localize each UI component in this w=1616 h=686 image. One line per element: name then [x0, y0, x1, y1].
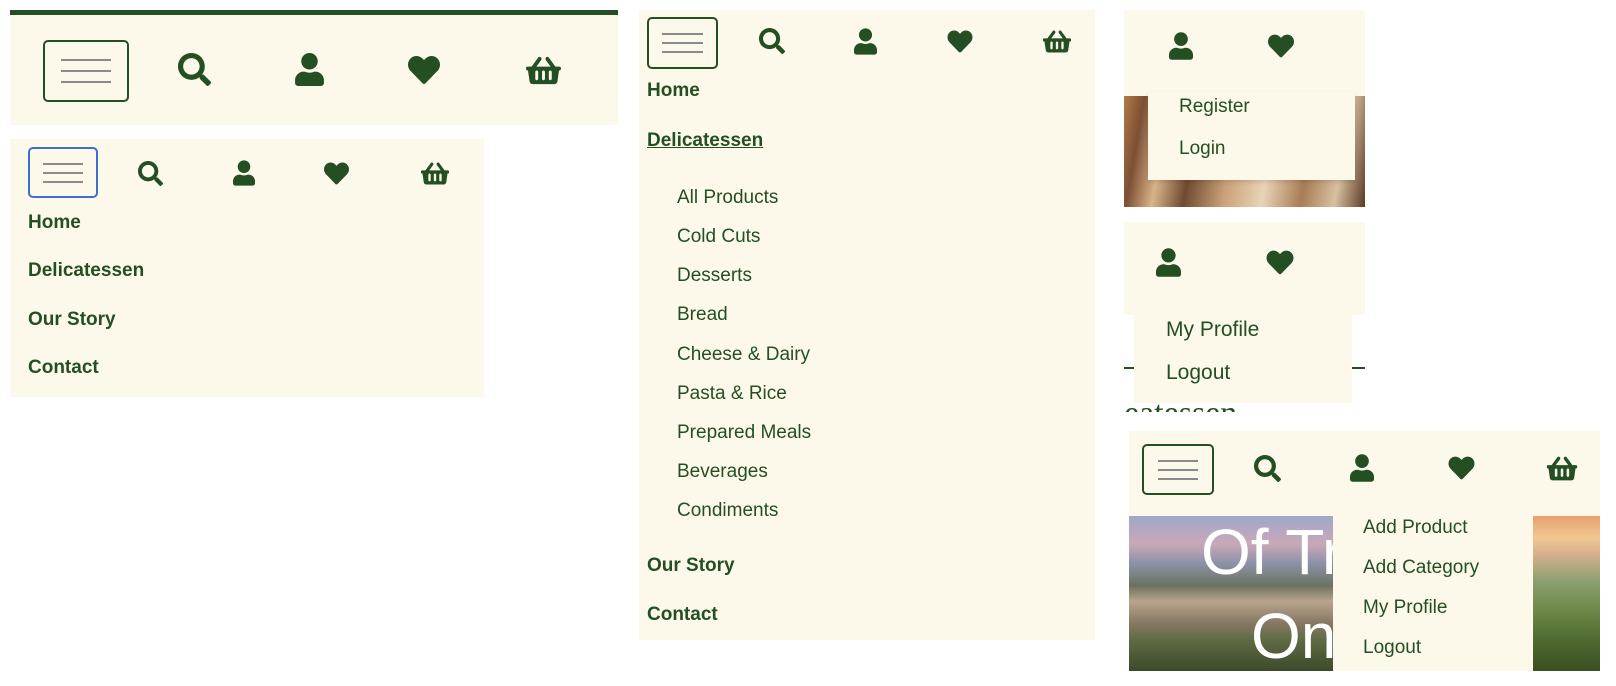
submenu-item[interactable]: Condiments	[677, 500, 778, 522]
submenu-item[interactable]: Bread	[677, 304, 728, 326]
screenshot-3-nav-submenu: Home Delicatessen All Products Cold Cuts…	[639, 10, 1095, 640]
add-category-link[interactable]: Add Category	[1363, 557, 1479, 579]
search-icon[interactable]	[138, 161, 163, 186]
hero-image-right	[1533, 516, 1600, 671]
submenu-item[interactable]: All Products	[677, 187, 778, 209]
nav-link-contact[interactable]: Contact	[28, 357, 99, 379]
my-profile-link[interactable]: My Profile	[1166, 318, 1259, 342]
heart-icon[interactable]	[1267, 33, 1295, 59]
user-header-bar	[1124, 222, 1365, 315]
search-icon[interactable]	[1254, 455, 1281, 482]
hero-text-line: On	[1251, 600, 1333, 671]
hamburger-icon-line	[61, 81, 111, 83]
mobile-header-bar	[10, 15, 618, 125]
admin-header-bar	[1129, 431, 1600, 516]
basket-icon[interactable]	[1546, 455, 1578, 482]
login-link[interactable]: Login	[1179, 138, 1226, 160]
user-icon[interactable]	[854, 28, 877, 55]
register-link[interactable]: Register	[1179, 96, 1250, 118]
account-dropdown: Add Product Add Category My Profile Logo…	[1333, 510, 1533, 671]
submenu-item[interactable]: Pasta & Rice	[677, 383, 787, 405]
heart-icon[interactable]	[946, 29, 974, 54]
basket-icon[interactable]	[1042, 29, 1072, 54]
submenu-item[interactable]: Desserts	[677, 265, 752, 287]
user-icon[interactable]	[1169, 32, 1193, 60]
nav-link-home[interactable]: Home	[28, 212, 81, 234]
heart-icon[interactable]	[407, 54, 441, 86]
guest-header-bar	[1124, 10, 1365, 96]
hamburger-icon-line	[61, 70, 111, 72]
hamburger-icon-line	[1157, 468, 1199, 471]
hamburger-icon-line	[1157, 459, 1199, 462]
user-icon[interactable]	[233, 160, 255, 186]
user-icon[interactable]	[295, 53, 324, 86]
menu-toggle-button[interactable]	[28, 147, 98, 198]
search-icon[interactable]	[178, 53, 211, 86]
nav-link-home[interactable]: Home	[647, 80, 700, 102]
account-dropdown: My Profile Logout	[1134, 315, 1352, 403]
screenshot-2-nav-open: Home Delicatessen Our Story Contact	[10, 139, 484, 397]
hamburger-icon-line	[43, 162, 83, 165]
submenu-item[interactable]: Cheese & Dairy	[677, 344, 810, 366]
hamburger-icon-line	[662, 42, 703, 44]
basket-icon[interactable]	[420, 161, 450, 186]
menu-toggle-button[interactable]	[647, 17, 718, 69]
hamburger-icon-line	[43, 180, 83, 183]
my-profile-link[interactable]: My Profile	[1363, 597, 1447, 619]
menu-toggle-button[interactable]	[1142, 444, 1214, 495]
heart-icon[interactable]	[1265, 249, 1295, 276]
hero-image: Of Tr On	[1129, 516, 1333, 671]
hamburger-icon-line	[43, 171, 83, 174]
nav-link-our-story[interactable]: Our Story	[28, 309, 116, 331]
hamburger-icon-line	[61, 59, 111, 61]
submenu-item[interactable]: Prepared Meals	[677, 422, 811, 444]
logout-link[interactable]: Logout	[1166, 361, 1230, 385]
hamburger-icon-line	[662, 33, 703, 35]
heart-icon[interactable]	[1447, 455, 1476, 481]
heart-icon[interactable]	[323, 161, 350, 186]
add-product-link[interactable]: Add Product	[1363, 517, 1468, 539]
hero-text-line: Of Tr	[1201, 516, 1333, 588]
submenu-item[interactable]: Cold Cuts	[677, 226, 760, 248]
menu-toggle-button[interactable]	[43, 40, 129, 102]
basket-icon[interactable]	[525, 55, 562, 86]
search-icon[interactable]	[759, 28, 785, 54]
submenu-item[interactable]: Beverages	[677, 461, 768, 483]
hamburger-icon-line	[662, 51, 703, 53]
nav-link-contact[interactable]: Contact	[647, 604, 718, 626]
nav-link-delicatessen[interactable]: Delicatessen	[647, 130, 763, 152]
account-dropdown: Register Login	[1148, 92, 1355, 180]
user-icon[interactable]	[1156, 248, 1181, 277]
nav-link-our-story[interactable]: Our Story	[647, 555, 735, 577]
user-icon[interactable]	[1350, 454, 1374, 482]
nav-link-delicatessen[interactable]: Delicatessen	[28, 260, 144, 282]
logout-link[interactable]: Logout	[1363, 637, 1421, 659]
hamburger-icon-line	[1157, 477, 1199, 480]
